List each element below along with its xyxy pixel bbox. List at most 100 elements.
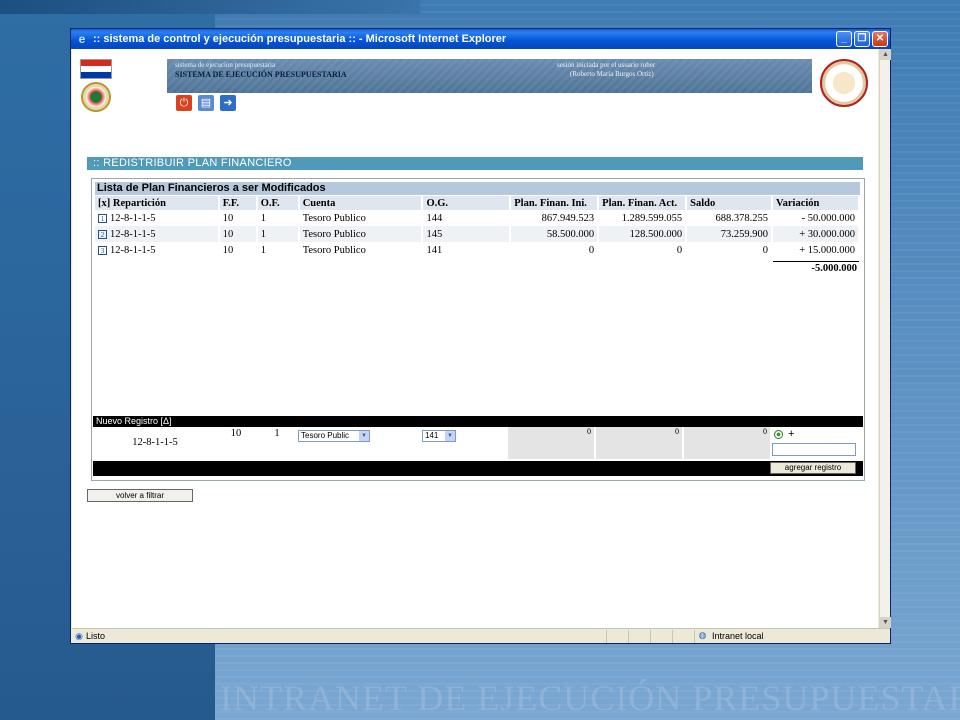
cell-reparticion: 12-8-1-1-5 (110, 212, 156, 224)
system-title: SISTEMA DE EJECUCIÓN PRESUPUESTARIA (175, 70, 347, 79)
cell-cuenta: Tesoro Publico (298, 242, 424, 258)
status-segment (672, 629, 694, 643)
cell-variacion: - 50.000.000 (772, 210, 860, 226)
cuenta-select[interactable]: Tesoro Public ▼ (298, 430, 370, 442)
zone-text: Intranet local (712, 631, 764, 641)
cell-ff: 10 (218, 210, 258, 226)
total-divider (773, 261, 859, 262)
col-plan-act: Plan. Finan. Act. (598, 196, 688, 210)
scroll-down-icon[interactable]: ▼ (880, 617, 891, 628)
app-header: sistema de ejecucion presupuestaria SIST… (72, 49, 878, 119)
cell-reparticion: 12-8-1-1-5 (110, 244, 156, 256)
system-subtitle: sistema de ejecucion presupuestaria (175, 61, 276, 69)
cell-saldo: 0 (686, 242, 774, 258)
national-seal-icon (81, 82, 111, 112)
document-icon[interactable]: ▤ (198, 95, 214, 111)
col-reparticion: [x] Repartición (95, 196, 220, 210)
table-row: 3 12-8-1-1-5 10 1 Tesoro Publico 141 0 0 … (95, 242, 860, 258)
cell-plan-ini: 0 (510, 242, 600, 258)
new-plan-act: 0 (596, 427, 682, 459)
table-row: 2 12-8-1-1-5 10 1 Tesoro Publico 145 58.5… (95, 226, 860, 242)
back-to-filter-button[interactable]: volver a filtrar (87, 489, 193, 502)
status-bar: ◉ Listo ◍ Intranet local (72, 628, 890, 643)
vertical-scrollbar[interactable]: ▲ ▼ (879, 49, 891, 628)
new-plan-ini: 0 (508, 427, 594, 459)
col-variacion: Variación (772, 196, 860, 210)
power-icon[interactable]: ⏻ (176, 95, 192, 111)
cell-cuenta: Tesoro Publico (298, 226, 424, 242)
new-saldo: 0 (684, 427, 770, 459)
cell-plan-ini: 867.949.523 (510, 210, 600, 226)
session-user: (Roberto María Burgos Ortiz) (570, 70, 654, 78)
close-button[interactable]: ✕ (872, 31, 888, 47)
cell-reparticion: 12-8-1-1-5 (110, 228, 156, 240)
cell-ff: 10 (218, 226, 258, 242)
cell-plan-act: 1.289.599.055 (598, 210, 688, 226)
row-index-icon[interactable]: 1 (98, 213, 107, 223)
col-saldo: Saldo (686, 196, 774, 210)
page-content: sistema de ejecucion presupuestaria SIST… (72, 49, 878, 628)
variation-total: -5.000.000 (811, 263, 858, 274)
status-text: Listo (86, 631, 106, 641)
cell-saldo: 688.378.255 (686, 210, 774, 226)
status-segment (606, 629, 628, 643)
slide-bottom-banner: INTRANET DE EJECUCIÓN PRESUPUESTARIA (220, 678, 960, 718)
row-index-icon[interactable]: 3 (98, 245, 107, 255)
new-ff: 10 (230, 428, 242, 439)
og-select-value: 141 (425, 431, 439, 440)
col-plan-ini: Plan. Finan. Ini. (510, 196, 600, 210)
table-row: 1 12-8-1-1-5 10 1 Tesoro Publico 144 867.… (95, 210, 860, 226)
cell-saldo: 73.259.900 (686, 226, 774, 242)
exit-icon[interactable]: ➜ (220, 95, 236, 111)
slide-top-banner (0, 0, 420, 14)
col-cuenta: Cuenta (298, 196, 424, 210)
cell-ff: 10 (218, 242, 258, 258)
add-record-button[interactable]: agregar registro (770, 462, 856, 474)
window-titlebar[interactable]: e :: sistema de control y ejecución pres… (71, 29, 890, 49)
col-og: O.G. (422, 196, 512, 210)
chevron-down-icon: ▼ (359, 431, 369, 441)
paraguay-flag-icon (80, 59, 112, 79)
window-title: :: sistema de control y ejecución presup… (93, 33, 507, 45)
new-record-row: 12-8-1-1-5 10 1 Tesoro Public ▼ 141 ▼ 0 … (93, 427, 863, 460)
session-info: sesión iniciada por el usuario rober (557, 61, 656, 69)
col-of: O.F. (256, 196, 300, 210)
cell-of: 1 (256, 242, 300, 258)
plan-table: [x] Repartición F.F. O.F. Cuenta O.G. Pl… (95, 196, 860, 258)
scroll-up-icon[interactable]: ▲ (880, 49, 891, 60)
cell-plan-act: 0 (598, 242, 688, 258)
new-record-footer (93, 461, 863, 476)
browser-window: e :: sistema de control y ejecución pres… (70, 28, 891, 644)
maximize-button[interactable]: ❐ (854, 31, 870, 47)
new-of: 1 (274, 428, 280, 439)
cell-og: 145 (422, 226, 512, 242)
new-record-title: Nuevo Registro [Δ] (93, 416, 863, 427)
sign-label: + (788, 428, 795, 440)
cell-plan-act: 128.500.000 (598, 226, 688, 242)
og-select[interactable]: 141 ▼ (422, 430, 456, 442)
row-index-icon[interactable]: 2 (98, 229, 107, 239)
col-ff: F.F. (218, 196, 258, 210)
cuenta-select-value: Tesoro Public (301, 431, 350, 440)
cell-of: 1 (256, 210, 300, 226)
plan-panel: Lista de Plan Financieros a ser Modifica… (91, 178, 865, 481)
page-status-icon: ◉ (75, 630, 83, 641)
toolbar: ⏻ ▤ ➜ (176, 95, 236, 111)
cell-plan-ini: 58.500.000 (510, 226, 600, 242)
sign-radio[interactable] (774, 430, 783, 439)
section-title: :: REDISTRIBUIR PLAN FINANCIERO (87, 157, 863, 170)
minimize-button[interactable]: _ (836, 31, 852, 47)
status-segment (650, 629, 672, 643)
cell-og: 141 (422, 242, 512, 258)
intranet-zone-icon: ◍ (694, 629, 710, 643)
variation-input[interactable] (772, 443, 856, 456)
status-segment (628, 629, 650, 643)
cell-variacion: + 30.000.000 (772, 226, 860, 242)
cell-cuenta: Tesoro Publico (298, 210, 424, 226)
cell-og: 144 (422, 210, 512, 226)
list-title: Lista de Plan Financieros a ser Modifica… (95, 182, 860, 195)
table-header: [x] Repartición F.F. O.F. Cuenta O.G. Pl… (95, 196, 860, 210)
cell-of: 1 (256, 226, 300, 242)
ie-icon: e (78, 32, 86, 46)
chevron-down-icon: ▼ (445, 431, 455, 441)
